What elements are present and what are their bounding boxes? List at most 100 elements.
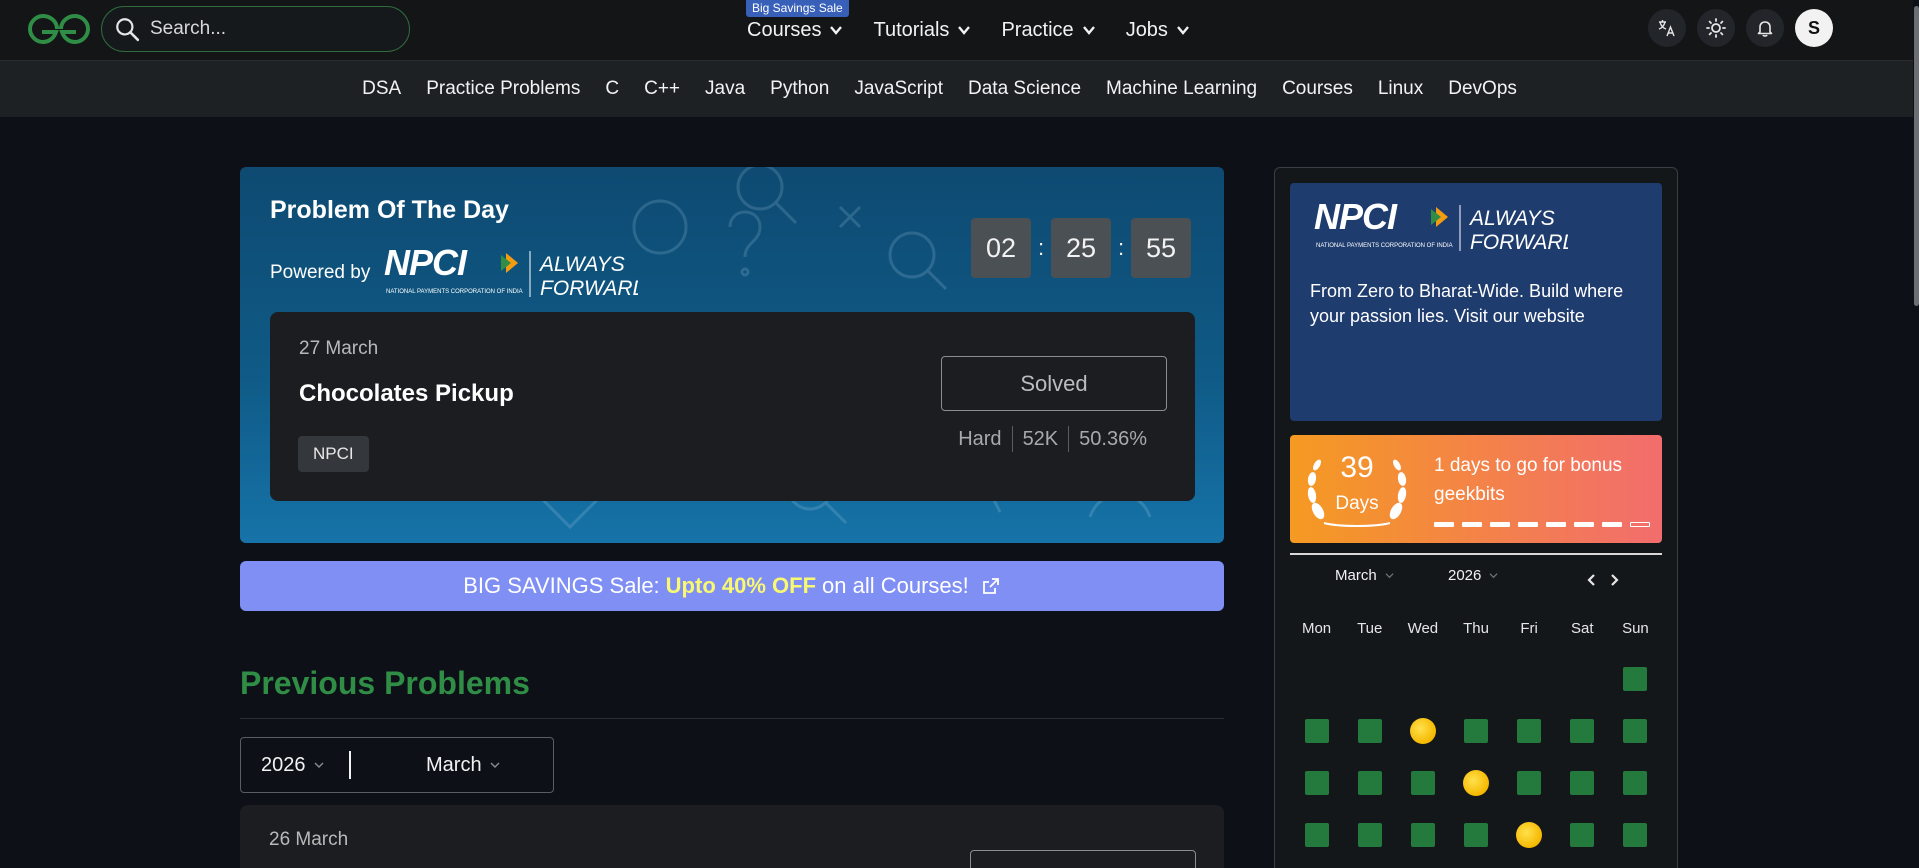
calendar-day[interactable] (1503, 768, 1556, 797)
potd-date: 27 March (299, 338, 379, 359)
month-select[interactable]: March (426, 754, 500, 777)
calendar-day[interactable] (1556, 820, 1609, 849)
calendar-divider (1290, 553, 1662, 555)
calendar-month-select[interactable]: March (1335, 567, 1394, 584)
calendar-day[interactable] (1343, 820, 1396, 849)
solved-day-marker (1517, 770, 1542, 795)
streak-dash-empty (1630, 522, 1650, 527)
chevron-down-icon (1489, 573, 1498, 579)
month-select-value: March (426, 753, 482, 776)
calendar-day[interactable] (1609, 820, 1662, 849)
nav-tutorials[interactable]: Tutorials (873, 19, 971, 42)
calendar-day[interactable] (1609, 716, 1662, 745)
sale-banner[interactable]: BIG SAVINGS Sale: Upto 40% OFF on all Co… (240, 561, 1224, 611)
subnav-courses[interactable]: Courses (1282, 78, 1353, 100)
streak-unit: Days (1335, 493, 1379, 514)
calendar-day[interactable] (1449, 716, 1502, 745)
notifications-button[interactable] (1746, 9, 1784, 47)
powered-by: Powered by NPCI NATIONAL PAYMENTS CORPOR… (270, 245, 638, 301)
calendar-day[interactable] (1290, 820, 1343, 849)
weekday-mon: Mon (1301, 620, 1332, 637)
nav-jobs-label: Jobs (1125, 18, 1168, 41)
subnav-c[interactable]: C (605, 78, 619, 100)
powered-by-label: Powered by (270, 262, 371, 283)
calendar-day[interactable] (1290, 716, 1343, 745)
solved-day-marker (1623, 666, 1648, 691)
npci-ad-banner[interactable]: NPCI NATIONAL PAYMENTS CORPORATION OF IN… (1290, 183, 1662, 421)
potd-problem-card[interactable]: 27 March Chocolates Pickup NPCI Solved H… (270, 312, 1195, 501)
streak-dash-filled (1518, 522, 1538, 527)
company-tag: NPCI (298, 436, 369, 472)
calendar-day[interactable] (1503, 820, 1556, 849)
geekbit-coin-icon (1409, 717, 1436, 744)
calendar-next-month-icon[interactable] (1604, 570, 1624, 590)
year-select[interactable]: 2026 (261, 754, 349, 777)
gfg-logo-icon[interactable] (28, 13, 90, 45)
streak-message: 1 days to go for bonus geekbits (1434, 455, 1623, 505)
nav-courses[interactable]: Courses (747, 19, 843, 42)
nav-tutorials-label: Tutorials (873, 18, 950, 41)
calendar-day (1556, 664, 1609, 693)
subnav-linux[interactable]: Linux (1378, 78, 1423, 100)
calendar-day[interactable] (1343, 768, 1396, 797)
calendar-grid (1290, 664, 1662, 849)
scrollbar-thumb[interactable] (1914, 6, 1919, 306)
search-box[interactable] (101, 6, 410, 52)
calendar-day[interactable] (1396, 716, 1449, 745)
calendar-month-value: March (1335, 567, 1377, 584)
calendar-day[interactable] (1449, 820, 1502, 849)
forward-text: FORWARD (540, 277, 638, 300)
calendar-header: March 2026 (1290, 567, 1662, 597)
subnav-java[interactable]: Java (705, 78, 745, 100)
solved-button[interactable]: Solved (941, 356, 1167, 411)
subnav-machine-learning[interactable]: Machine Learning (1106, 78, 1257, 100)
streak-dash-filled (1434, 522, 1454, 527)
streak-dash-filled (1490, 522, 1510, 527)
subnav-devops[interactable]: DevOps (1448, 78, 1517, 100)
subnav-javascript[interactable]: JavaScript (854, 78, 943, 100)
calendar-day[interactable] (1503, 716, 1556, 745)
potd-problem-title[interactable]: Chocolates Pickup (299, 380, 514, 408)
calendar-day[interactable] (1609, 664, 1662, 693)
countdown-timer: 02 : 25 : 55 (971, 218, 1191, 278)
right-sidebar: NPCI NATIONAL PAYMENTS CORPORATION OF IN… (1274, 167, 1678, 868)
solved-day-marker (1623, 770, 1648, 795)
previous-problem-button[interactable] (970, 850, 1196, 868)
calendar-day[interactable] (1449, 768, 1502, 797)
streak-dash-filled (1574, 522, 1594, 527)
calendar-day[interactable] (1609, 768, 1662, 797)
subnav-cpp[interactable]: C++ (644, 78, 680, 100)
subnav-practice-problems[interactable]: Practice Problems (426, 78, 580, 100)
subnav-data-science[interactable]: Data Science (968, 78, 1081, 100)
theme-toggle-button[interactable] (1697, 9, 1735, 47)
user-avatar[interactable]: S (1795, 9, 1833, 47)
streak-dash-filled (1546, 522, 1566, 527)
category-nav: DSA Practice Problems C C++ Java Python … (0, 61, 1919, 117)
streak-card: 39 Days 1 days to go for bonus geekbits (1290, 435, 1662, 543)
calendar-day[interactable] (1290, 768, 1343, 797)
sun-icon (1706, 18, 1726, 38)
nav-jobs[interactable]: Jobs (1126, 19, 1190, 42)
page-scrollbar[interactable] (1913, 0, 1919, 868)
calendar-day[interactable] (1556, 768, 1609, 797)
previous-problem-date: 26 March (269, 829, 349, 850)
calendar-year-select[interactable]: 2026 (1448, 567, 1498, 584)
solved-day-marker (1623, 822, 1648, 847)
subnav-dsa[interactable]: DSA (362, 78, 401, 100)
calendar-day[interactable] (1396, 768, 1449, 797)
timer-seconds: 55 (1131, 218, 1191, 278)
npci-logo: NPCI NATIONAL PAYMENTS CORPORATION OF IN… (1314, 199, 1568, 254)
calendar-prev-month-icon[interactable] (1582, 570, 1602, 590)
translate-button[interactable] (1648, 9, 1686, 47)
search-input[interactable] (150, 18, 380, 40)
calendar-day[interactable] (1556, 716, 1609, 745)
calendar-day[interactable] (1343, 716, 1396, 745)
subnav-python[interactable]: Python (770, 78, 829, 100)
calendar-day (1343, 664, 1396, 693)
previous-problem-card[interactable]: 26 March (240, 805, 1224, 868)
calendar-day[interactable] (1396, 820, 1449, 849)
npci-logo-text: NPCI (1314, 199, 1398, 237)
sale-banner-prefix: BIG SAVINGS Sale: (463, 573, 660, 598)
weekday-wed: Wed (1407, 620, 1439, 637)
nav-practice[interactable]: Practice (1001, 19, 1095, 42)
